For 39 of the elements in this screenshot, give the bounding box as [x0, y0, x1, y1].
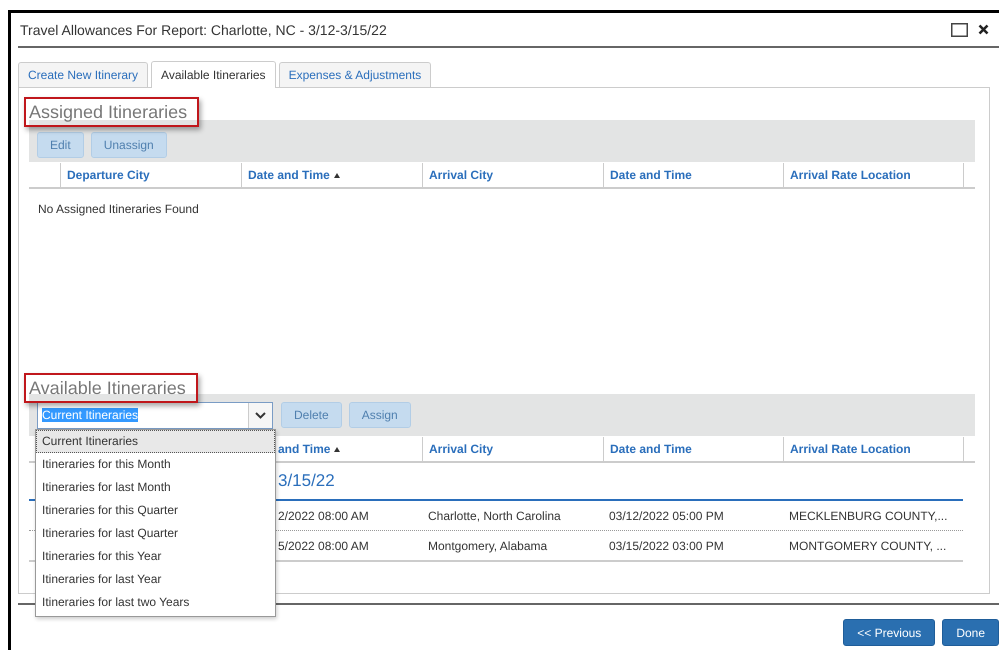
table-cell-text: MONTGOMERY COUNTY, ... — [788, 538, 948, 552]
table-cell-text: 2/2022 08:00 AM — [277, 508, 370, 522]
column-header[interactable]: Date and Time — [241, 163, 422, 187]
dropdown-option[interactable]: Itineraries for this Year — [36, 544, 275, 568]
close-icon[interactable] — [978, 24, 989, 35]
dropdown-option[interactable]: Itineraries for this Quarter — [36, 498, 275, 522]
dropdown-option[interactable]: Itineraries for last Quarter — [36, 522, 275, 544]
footer-button[interactable]: Done — [942, 619, 999, 646]
empty-message: No Assigned Itineraries Found — [38, 202, 200, 216]
table-cell-text: MECKLENBURG COUNTY,... — [788, 508, 948, 522]
table-cell-text: 5/2022 08:00 AM — [277, 538, 370, 552]
column-header[interactable]: Arrival City — [422, 437, 603, 461]
filter-dropdown[interactable]: Current Itineraries — [37, 402, 273, 428]
table-cell-text: 03/12/2022 05:00 PM — [608, 508, 725, 522]
column-header[interactable]: and Time — [273, 437, 422, 461]
group-label: 3/15/22 — [277, 471, 336, 491]
dropdown-option[interactable]: Itineraries for this Month — [36, 452, 275, 476]
table-cell-text: Montgomery, Alabama — [427, 538, 548, 552]
tab[interactable]: Expenses & Adjustments — [278, 62, 432, 87]
dropdown-option[interactable]: Itineraries for last Year — [36, 568, 275, 590]
column-header[interactable]: Departure City — [60, 163, 241, 187]
column-header[interactable]: Arrival Rate Location — [783, 163, 963, 187]
dropdown-option[interactable]: Itineraries for last Month — [36, 476, 275, 498]
tab[interactable]: Create New Itinerary — [18, 62, 148, 87]
window-title: Travel Allowances For Report: Charlotte, NC - 3/12-3/15/22 — [20, 22, 387, 38]
table-cell-text: 03/15/2022 03:00 PM — [608, 538, 725, 552]
column-header[interactable]: Date and Time — [603, 437, 783, 461]
column-header[interactable]: Arrival Rate Location — [783, 437, 963, 461]
dropdown-option[interactable]: Current Itineraries — [36, 430, 275, 452]
column-header[interactable]: Date and Time — [603, 163, 783, 187]
section-heading: Available Itineraries — [29, 378, 186, 398]
section-heading: Assigned Itineraries — [29, 102, 188, 122]
column-header[interactable]: Arrival City — [422, 163, 603, 187]
footer-button[interactable]: << Previous — [843, 619, 936, 646]
dropdown-option[interactable]: Itineraries for last two Years — [36, 590, 275, 614]
maximize-icon[interactable] — [951, 22, 968, 36]
table-cell-text: Charlotte, North Carolina — [427, 508, 562, 522]
tab[interactable]: Available Itineraries — [151, 61, 276, 88]
chevron-down-icon — [255, 412, 266, 418]
